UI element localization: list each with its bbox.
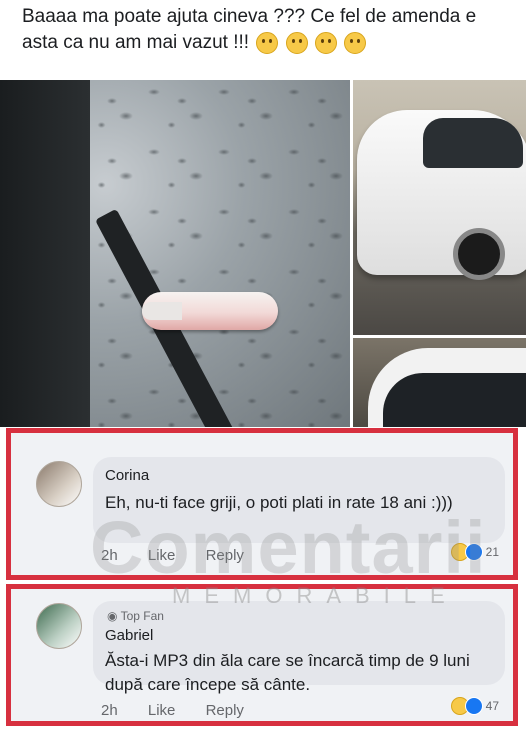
photo-white-car[interactable]	[353, 80, 526, 335]
comment-text: Ăsta-i MP3 din ăla care se încarcă timp …	[105, 651, 470, 694]
avatar[interactable]	[36, 461, 82, 507]
dizzy-face-icon	[314, 31, 337, 54]
photo-car-closeup[interactable]	[353, 338, 526, 427]
comment-bubble: ◉ Top Fan Gabriel Ăsta-i MP3 din ăla car…	[93, 601, 505, 694]
comment-author[interactable]: Corina	[105, 467, 149, 484]
comment-text: Eh, nu-ti face griji, o poti plati in ra…	[105, 493, 453, 512]
car-window	[383, 373, 526, 427]
reply-button[interactable]: Reply	[206, 702, 244, 719]
post-emojis	[254, 30, 367, 56]
car-wheel	[453, 228, 505, 280]
comment-time[interactable]: 2h	[101, 702, 118, 719]
like-button[interactable]: Like	[148, 547, 176, 564]
top-fan-badge: ◉ Top Fan	[107, 609, 164, 623]
windshield-rim	[0, 80, 90, 427]
like-button[interactable]: Like	[148, 702, 176, 719]
reply-button[interactable]: Reply	[206, 547, 244, 564]
flushed-face-icon	[285, 31, 308, 54]
thinking-face-icon	[256, 31, 279, 54]
comment-gabriel: ◉ Top Fan Gabriel Ăsta-i MP3 din ăla car…	[6, 584, 518, 726]
post-body: Baaaa ma poate ajuta cineva ??? Ce fel d…	[22, 6, 477, 54]
comment-actions: 2h Like Reply	[101, 547, 270, 564]
comment-bubble: Corina Eh, nu-ti face griji, o poti plat…	[93, 457, 505, 543]
comment-actions: 2h Like Reply	[101, 702, 270, 719]
grinning-face-icon	[344, 31, 367, 54]
photo-windshield-device[interactable]	[0, 80, 350, 427]
reaction-summary[interactable]: 21	[450, 543, 499, 561]
pregnancy-test-device	[142, 292, 278, 330]
comment-time[interactable]: 2h	[101, 547, 118, 564]
post-text: Baaaa ma poate ajuta cineva ??? Ce fel d…	[22, 4, 512, 56]
comment-author[interactable]: Gabriel	[105, 627, 153, 644]
comment-corina: Corina Eh, nu-ti face griji, o poti plat…	[6, 428, 518, 580]
reaction-count: 47	[485, 699, 499, 713]
reaction-summary[interactable]: 47	[450, 697, 499, 715]
like-reaction-icon	[464, 543, 483, 561]
reaction-count: 21	[485, 545, 499, 559]
car-windshield	[423, 118, 523, 168]
like-reaction-icon	[464, 697, 483, 715]
avatar[interactable]	[36, 603, 82, 649]
top-fan-label: Top Fan	[120, 609, 164, 623]
post-photo-grid[interactable]	[0, 80, 526, 427]
